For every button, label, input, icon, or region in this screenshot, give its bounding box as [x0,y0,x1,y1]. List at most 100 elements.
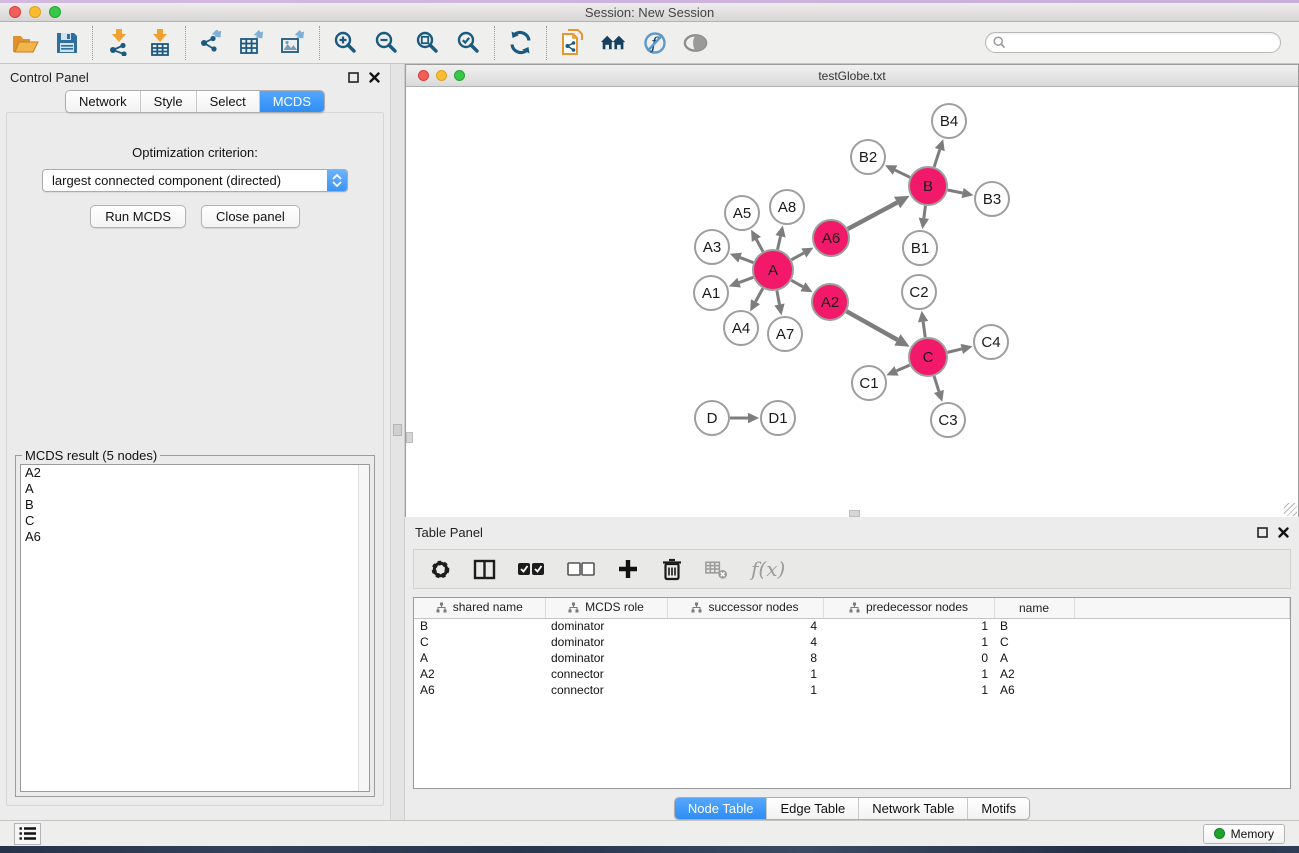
mcds-result-list[interactable]: A2ABCA6 [20,464,370,792]
close-window-button[interactable] [9,6,21,18]
tab-network-table[interactable]: Network Table [858,798,967,819]
tab-edge-table[interactable]: Edge Table [766,798,858,819]
network-zoom-button[interactable] [454,70,465,81]
column-header[interactable]: name [994,598,1074,618]
table-columns-icon[interactable] [472,557,496,581]
column-header[interactable]: shared name [414,598,545,618]
table-row[interactable]: Bdominator41B [414,618,1290,634]
close-panel-button[interactable]: Close panel [201,205,300,228]
search-box[interactable] [985,32,1281,53]
show-hide-icon[interactable] [682,29,709,56]
table-cell[interactable]: 1 [823,666,994,682]
table-cell[interactable]: 8 [667,650,823,666]
graph-edge[interactable] [791,280,803,287]
zoom-fit-icon[interactable] [414,29,441,56]
graph-edge[interactable] [848,203,897,229]
list-item[interactable]: C [21,513,369,529]
table-row[interactable]: Cdominator41C [414,634,1290,650]
graph-edge[interactable] [934,150,940,167]
canvas-bottom-scroll-nub[interactable] [849,510,860,517]
tab-mcds[interactable]: MCDS [259,91,324,112]
close-panel-icon[interactable] [369,72,380,83]
window-controls[interactable] [9,6,61,18]
list-item[interactable]: B [21,497,369,513]
table-cell[interactable]: 4 [667,618,823,634]
table-row[interactable]: A6connector11A6 [414,682,1290,698]
deselect-all-rows-icon[interactable] [566,557,596,581]
table-cell[interactable]: connector [545,682,667,698]
home-icon[interactable] [600,29,627,56]
table-row[interactable]: Adominator80A [414,650,1290,666]
table-cell[interactable]: B [994,618,1074,634]
gear-icon[interactable] [428,557,452,581]
table-cell[interactable]: 1 [823,682,994,698]
table-cell[interactable]: 4 [667,634,823,650]
zoom-out-icon[interactable] [373,29,400,56]
delete-column-icon[interactable] [660,557,684,581]
table-cell[interactable]: 1 [667,682,823,698]
function-builder-icon[interactable]: f(x) [748,557,788,581]
table-cell[interactable]: connector [545,666,667,682]
network-close-button[interactable] [418,70,429,81]
hide-graphics-details-icon[interactable]: f [641,29,668,56]
float-table-panel-icon[interactable] [1257,527,1268,538]
column-header[interactable]: MCDS role [545,598,667,618]
new-network-from-selection-icon[interactable] [559,29,586,56]
table-cell[interactable]: C [994,634,1074,650]
graph-edge[interactable] [755,288,762,301]
save-session-icon[interactable] [53,29,80,56]
delete-table-icon[interactable] [704,557,728,581]
graph-edge[interactable] [756,239,763,251]
panel-splitter[interactable] [390,64,405,820]
table-cell[interactable]: 1 [667,666,823,682]
run-mcds-button[interactable]: Run MCDS [90,205,186,228]
select-all-rows-icon[interactable] [516,557,546,581]
graph-edge[interactable] [847,311,898,340]
result-scrollbar[interactable] [358,465,369,791]
minimize-window-button[interactable] [29,6,41,18]
criterion-select[interactable]: largest connected component (directed) [42,169,348,192]
zoom-window-button[interactable] [49,6,61,18]
memory-button[interactable]: Memory [1203,824,1285,844]
window-resize-grip[interactable] [1284,503,1297,516]
table-cell[interactable]: C [414,634,545,650]
table-cell[interactable]: A2 [414,666,545,682]
table-cell[interactable]: A [414,650,545,666]
export-table-icon[interactable] [239,29,266,56]
list-item[interactable]: A2 [21,465,369,481]
close-table-panel-icon[interactable] [1278,527,1289,538]
zoom-in-icon[interactable] [332,29,359,56]
table-row[interactable]: A2connector11A2 [414,666,1290,682]
tab-select[interactable]: Select [196,91,259,112]
refresh-layout-icon[interactable] [507,29,534,56]
canvas-left-scroll-nub[interactable] [406,432,413,443]
graph-edge[interactable] [777,291,780,305]
graph-edge[interactable] [924,206,926,218]
task-history-button[interactable] [14,823,41,845]
table-cell[interactable]: dominator [545,618,667,634]
graph-edge[interactable] [934,376,939,391]
tab-style[interactable]: Style [140,91,196,112]
graph-edge[interactable] [947,349,961,352]
graph-edge[interactable] [923,322,925,337]
open-file-icon[interactable] [12,29,39,56]
list-item[interactable]: A6 [21,529,369,545]
table-cell[interactable]: 1 [823,634,994,650]
tab-network[interactable]: Network [66,91,140,112]
tab-node-table[interactable]: Node Table [675,798,767,819]
column-header[interactable]: successor nodes [667,598,823,618]
table-cell[interactable]: A6 [414,682,545,698]
column-header[interactable]: predecessor nodes [823,598,994,618]
graph-edge[interactable] [778,236,781,249]
splitter-handle[interactable] [393,424,402,436]
add-column-icon[interactable] [616,557,640,581]
node-table[interactable]: shared nameMCDS rolesuccessor nodesprede… [413,597,1291,789]
table-cell[interactable]: dominator [545,650,667,666]
network-canvas[interactable]: B4B2BB3A5A8A6A3AB1A1C2A2A4A7CC4C1C3DD1 [406,87,1298,517]
graph-edge[interactable] [896,365,909,371]
network-minimize-button[interactable] [436,70,447,81]
graph-edge[interactable] [948,190,963,193]
table-cell[interactable]: 1 [823,618,994,634]
table-cell[interactable]: A6 [994,682,1074,698]
export-image-icon[interactable] [280,29,307,56]
